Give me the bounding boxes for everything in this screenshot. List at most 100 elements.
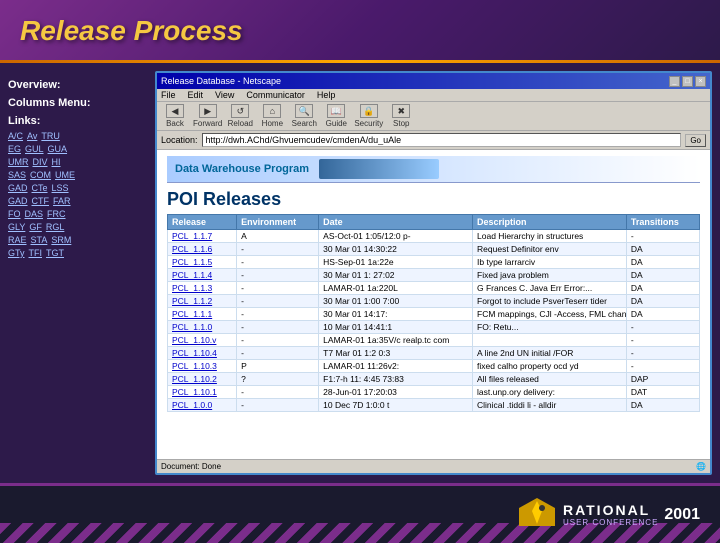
cell-release[interactable]: PCL_1.1.6	[168, 243, 237, 256]
cell-release[interactable]: PCL_1.10.3	[168, 360, 237, 373]
sidebar-nav-fo[interactable]: FO	[8, 209, 21, 219]
cell-release[interactable]: PCL_1.10.2	[168, 373, 237, 386]
page-content: Data Warehouse Program POI Releases Rele…	[157, 150, 710, 459]
cell-release[interactable]: PCL_1.1.7	[168, 230, 237, 243]
cell-release[interactable]: PCL_1.10.4	[168, 347, 237, 360]
table-body: PCL_1.1.7AAS-Oct-01 1:05/12:0 p-Load Hie…	[168, 230, 700, 412]
sidebar-nav-rgl[interactable]: RGL	[46, 222, 65, 232]
sidebar-nav-das[interactable]: DAS	[25, 209, 44, 219]
sidebar-nav-gty[interactable]: GTy	[8, 248, 25, 258]
forward-icon: ▶	[199, 104, 217, 118]
rational-brand-text: RATIONAL USER CONFERENCE	[563, 502, 658, 527]
sidebar-nav-cte[interactable]: CTe	[32, 183, 48, 193]
sidebar-nav-ume[interactable]: UME	[55, 170, 75, 180]
menu-communicator[interactable]: Communicator	[246, 90, 305, 100]
cell-desc: Request Definitor env	[473, 243, 627, 256]
cell-release[interactable]: PCL_1.1.4	[168, 269, 237, 282]
home-icon: ⌂	[263, 104, 281, 118]
sidebar-nav-gul[interactable]: GUL	[25, 144, 44, 154]
sidebar-nav-sta[interactable]: STA	[31, 235, 48, 245]
col-header-transitions: Transitions	[626, 215, 699, 230]
sidebar-nav-sas[interactable]: SAS	[8, 170, 26, 180]
sidebar-nav-row-10: GTy TFI TGT	[8, 248, 147, 258]
cell-env: ?	[237, 373, 319, 386]
back-button[interactable]: ◀ Back	[161, 104, 189, 128]
sidebar-nav-ac[interactable]: A/C	[8, 131, 23, 141]
sidebar-nav-tru[interactable]: TRU	[41, 131, 60, 141]
menu-file[interactable]: File	[161, 90, 176, 100]
maximize-button[interactable]: □	[682, 76, 693, 87]
cell-release[interactable]: PCL_1.1.1	[168, 308, 237, 321]
sidebar-nav-srm[interactable]: SRM	[51, 235, 71, 245]
sidebar-nav-com[interactable]: COM	[30, 170, 51, 180]
cell-release[interactable]: PCL_1.1.5	[168, 256, 237, 269]
sidebar-nav-eg[interactable]: EG	[8, 144, 21, 154]
sidebar-nav-row-4: SAS COM UME	[8, 170, 147, 180]
menu-view[interactable]: View	[215, 90, 234, 100]
release-table: Release Environment Date Description Tra…	[167, 214, 700, 412]
page-header: Release Process	[0, 0, 720, 60]
cell-env: P	[237, 360, 319, 373]
forward-button[interactable]: ▶ Forward	[193, 104, 222, 128]
sidebar-nav-tgt[interactable]: TGT	[46, 248, 64, 258]
sidebar-nav-umr[interactable]: UMR	[8, 157, 29, 167]
cell-release[interactable]: PCL_1.1.0	[168, 321, 237, 334]
sidebar-nav-gad2[interactable]: GAD	[8, 196, 28, 206]
cell-date: LAMAR-01 1a:220L	[319, 282, 473, 295]
home-button[interactable]: ⌂ Home	[258, 104, 286, 128]
sidebar-nav-far[interactable]: FAR	[53, 196, 71, 206]
cell-date: 30 Mar 01 1: 27:02	[319, 269, 473, 282]
menu-edit[interactable]: Edit	[188, 90, 204, 100]
close-button[interactable]: ×	[695, 76, 706, 87]
sidebar-nav-div[interactable]: DIV	[33, 157, 48, 167]
search-button[interactable]: 🔍 Search	[290, 104, 318, 128]
sidebar-nav-gad[interactable]: GAD	[8, 183, 28, 193]
col-header-release: Release	[168, 215, 237, 230]
cell-desc: G Frances C. Java Err Error:...	[473, 282, 627, 295]
cell-release[interactable]: PCL_1.10.v	[168, 334, 237, 347]
cell-date: 10 Mar 01 14:41:1	[319, 321, 473, 334]
sidebar-nav-gf[interactable]: GF	[29, 222, 42, 232]
release-page-title: POI Releases	[167, 189, 700, 210]
table-row: PCL_1.1.0-10 Mar 01 14:41:1FO: Retu...-	[168, 321, 700, 334]
cell-release[interactable]: PCL_1.0.0	[168, 399, 237, 412]
cell-env: A	[237, 230, 319, 243]
sidebar-nav-ctf[interactable]: CTF	[32, 196, 50, 206]
go-button[interactable]: Go	[685, 134, 706, 147]
guide-button[interactable]: 📖 Guide	[322, 104, 350, 128]
menu-help[interactable]: Help	[317, 90, 336, 100]
sidebar-nav-av[interactable]: Av	[27, 131, 37, 141]
security-button[interactable]: 🔒 Security	[354, 104, 383, 128]
address-input[interactable]	[202, 133, 682, 147]
sidebar-nav-gly[interactable]: GLY	[8, 222, 25, 232]
address-label: Location:	[161, 135, 198, 145]
col-header-date: Date	[319, 215, 473, 230]
cell-env: -	[237, 386, 319, 399]
table-row: PCL_1.10.2?F1:7-h 11: 4:45 73:83All file…	[168, 373, 700, 386]
cell-desc: Load Hierarchy in structures	[473, 230, 627, 243]
sidebar-nav-hi[interactable]: HI	[52, 157, 61, 167]
sidebar-nav-tfi[interactable]: TFI	[29, 248, 43, 258]
sidebar-nav-gua[interactable]: GUA	[48, 144, 68, 154]
cell-release[interactable]: PCL_1.1.2	[168, 295, 237, 308]
minimize-button[interactable]: _	[669, 76, 680, 87]
sidebar-nav-lss[interactable]: LSS	[52, 183, 69, 193]
reload-icon: ↺	[231, 104, 249, 118]
cell-desc	[473, 334, 627, 347]
cell-transitions: DA	[626, 399, 699, 412]
browser-window: Release Database - Netscape _ □ × File E…	[155, 71, 712, 475]
reload-button[interactable]: ↺ Reload	[226, 104, 254, 128]
sidebar: Overview: Columns Menu: Links: A/C Av TR…	[0, 63, 155, 483]
sidebar-nav-frc[interactable]: FRC	[47, 209, 66, 219]
cell-env: -	[237, 243, 319, 256]
cell-env: -	[237, 347, 319, 360]
cell-transitions: DAT	[626, 386, 699, 399]
stop-button[interactable]: ✖ Stop	[387, 104, 415, 128]
browser-titlebar: Release Database - Netscape _ □ ×	[157, 73, 710, 89]
cell-release[interactable]: PCL_1.1.3	[168, 282, 237, 295]
cell-release[interactable]: PCL_1.10.1	[168, 386, 237, 399]
table-row: PCL_1.10.3PLAMAR-01 11:26v2:fixed calho …	[168, 360, 700, 373]
sidebar-nav-rae[interactable]: RAE	[8, 235, 27, 245]
cell-date: LAMAR-01 11:26v2:	[319, 360, 473, 373]
cell-date: F1:7-h 11: 4:45 73:83	[319, 373, 473, 386]
